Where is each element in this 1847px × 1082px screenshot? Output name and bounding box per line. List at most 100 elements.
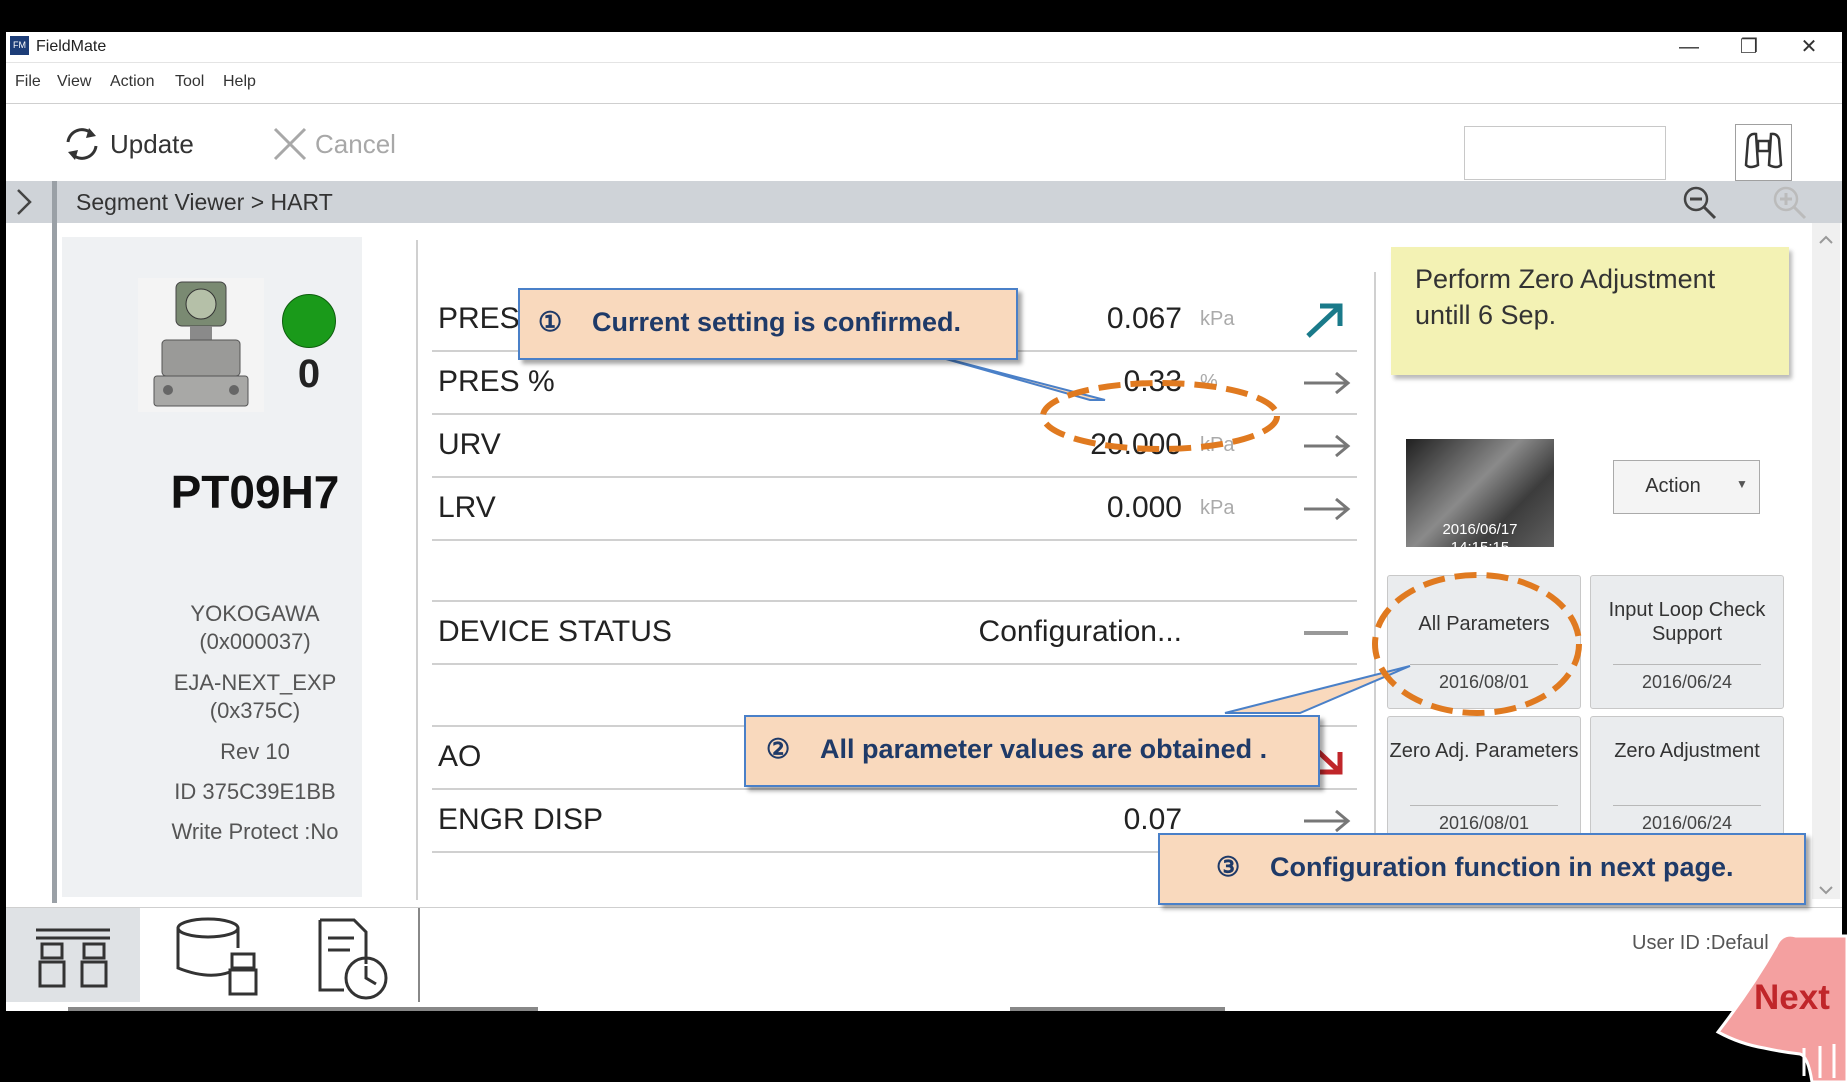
- vertical-scrollbar[interactable]: [1812, 223, 1840, 899]
- param-value: 0.07: [1123, 803, 1182, 836]
- device-revision: Rev 10: [220, 739, 290, 764]
- callout-text: Configuration function in next page.: [1270, 852, 1734, 882]
- menu-tool[interactable]: Tool: [175, 73, 204, 91]
- next-button[interactable]: Next: [1712, 928, 1847, 1082]
- callout-number: ②: [766, 734, 791, 764]
- action-dropdown[interactable]: Action ▼: [1613, 460, 1760, 514]
- card-date: 2016/08/01: [1438, 813, 1530, 833]
- menu-file[interactable]: File: [15, 73, 41, 91]
- toolbar: Update Cancel: [6, 104, 1842, 181]
- photo-timestamp: 2016/06/17 14:15:15: [1406, 521, 1554, 557]
- param-label: LRV: [438, 491, 496, 524]
- breadcrumb-bar: Segment Viewer > HART: [6, 181, 1842, 223]
- history-icon: [318, 918, 388, 1000]
- search-input[interactable]: [1464, 126, 1666, 180]
- menu-view[interactable]: View: [57, 73, 91, 91]
- photo-time: 14:15:15: [1450, 539, 1510, 556]
- left-panel-edge: [52, 223, 57, 903]
- card-label: Zero Adjustment: [1614, 740, 1760, 762]
- card-input-loop-check[interactable]: Input Loop Check Support 2016/06/24: [1590, 575, 1784, 709]
- callout-current-setting: ① Current setting is confirmed.: [518, 288, 1018, 360]
- update-button[interactable]: Update: [60, 126, 194, 162]
- card-label: All Parameters: [1418, 613, 1550, 635]
- column-divider: [416, 240, 418, 900]
- expand-panel-icon[interactable]: [14, 187, 34, 223]
- dash-icon[interactable]: [1300, 613, 1354, 653]
- app-logo-icon: FM: [10, 36, 29, 55]
- callout-text: Current setting is confirmed.: [592, 307, 962, 337]
- menu-help[interactable]: Help: [223, 73, 256, 91]
- param-label: PRES: [438, 302, 520, 335]
- card-divider: [1613, 664, 1761, 665]
- arrow-right-icon[interactable]: [1300, 489, 1354, 529]
- param-value: 20.000: [1090, 428, 1182, 461]
- window-title: FieldMate: [36, 38, 107, 55]
- param-unit: kPa: [1200, 308, 1235, 330]
- photo-date: 2016/06/17: [1442, 521, 1518, 538]
- row-divider: [432, 600, 1357, 602]
- device-photo[interactable]: 2016/06/17 14:15:15: [1406, 439, 1554, 556]
- horizontal-scroll-thumb[interactable]: [1010, 1007, 1225, 1011]
- binoculars-icon: [1744, 132, 1783, 169]
- scroll-arrows-icon: [1819, 235, 1833, 895]
- update-label: Update: [110, 128, 194, 159]
- trend-up-icon[interactable]: [1300, 300, 1354, 340]
- segment-viewer-tab[interactable]: [6, 908, 140, 1002]
- param-row-urv[interactable]: URV 20.000 kPa: [432, 416, 1357, 478]
- callout-number: ①: [538, 307, 563, 337]
- cancel-button[interactable]: Cancel: [271, 126, 396, 162]
- history-tab[interactable]: [298, 908, 418, 1002]
- sticky-note[interactable]: Perform Zero Adjustment untill 6 Sep.: [1391, 247, 1789, 375]
- segment-viewer-icon: [36, 928, 110, 988]
- param-value: Configuration...: [978, 615, 1182, 648]
- param-unit: %: [1200, 371, 1218, 393]
- minimize-button[interactable]: —: [1662, 32, 1716, 62]
- param-value: 0.000: [1106, 491, 1182, 524]
- device-vendor: YOKOGAWA: [190, 601, 320, 626]
- param-unit: kPa: [1200, 434, 1235, 456]
- device-model-code: (0x375C): [209, 698, 301, 723]
- note-text: Perform Zero Adjustment untill 6 Sep.: [1415, 264, 1716, 330]
- card-zero-adjustment[interactable]: Zero Adjustment 2016/06/24: [1590, 716, 1784, 850]
- x-icon: [273, 127, 307, 161]
- device-image: [138, 278, 264, 412]
- column-divider: [1374, 272, 1376, 900]
- database-icon: [176, 917, 258, 996]
- zoom-out-icon[interactable]: [1681, 185, 1721, 226]
- card-date: 2016/08/01: [1438, 672, 1530, 692]
- zoom-in-icon[interactable]: [1771, 185, 1811, 226]
- horizontal-scroll-thumb[interactable]: [68, 1007, 538, 1011]
- callout-next-page: ③ Configuration function in next page.: [1158, 833, 1806, 905]
- device-id: ID 375C39E1BB: [174, 779, 336, 804]
- cancel-label: Cancel: [315, 128, 396, 159]
- param-value: 0.067: [1106, 302, 1182, 335]
- close-button[interactable]: ✕: [1782, 32, 1836, 62]
- param-row-lrv[interactable]: LRV 0.000 kPa: [432, 479, 1357, 541]
- card-zero-adj-parameters[interactable]: Zero Adj. Parameters 2016/08/01: [1387, 716, 1581, 850]
- param-unit: kPa: [1200, 497, 1235, 519]
- arrow-right-icon[interactable]: [1300, 426, 1354, 466]
- menu-action[interactable]: Action: [110, 73, 154, 91]
- restore-button[interactable]: ❐: [1722, 32, 1776, 62]
- status-indicator-icon: [282, 294, 336, 348]
- param-row-pres-percent[interactable]: PRES % 0.33 %: [432, 353, 1357, 415]
- nav-divider: [418, 908, 420, 1002]
- binoculars-button[interactable]: [1735, 124, 1792, 181]
- database-tab[interactable]: [160, 908, 280, 1002]
- title-bar: FM FieldMate — ❐ ✕: [6, 32, 1842, 63]
- param-label: URV: [438, 428, 501, 461]
- device-vendor-code: (0x000037): [199, 629, 311, 654]
- param-row-device-status[interactable]: DEVICE STATUS Configuration...: [432, 603, 1357, 665]
- card-all-parameters[interactable]: All Parameters 2016/08/01: [1387, 575, 1581, 709]
- chevron-down-icon: ▼: [1736, 477, 1748, 491]
- param-label: ENGR DISP: [438, 803, 604, 836]
- write-protect: Write Protect :No: [171, 819, 339, 844]
- card-divider: [1613, 805, 1761, 806]
- refresh-icon: [66, 128, 98, 160]
- bottom-bar: User ID :Defaul: [6, 907, 1842, 1002]
- arrow-right-icon[interactable]: [1300, 363, 1354, 403]
- callout-all-parameters: ② All parameter values are obtained .: [744, 715, 1320, 787]
- action-label: Action: [1645, 475, 1701, 497]
- card-label: Zero Adj. Parameters: [1389, 740, 1579, 762]
- breadcrumb: Segment Viewer > HART: [76, 189, 333, 215]
